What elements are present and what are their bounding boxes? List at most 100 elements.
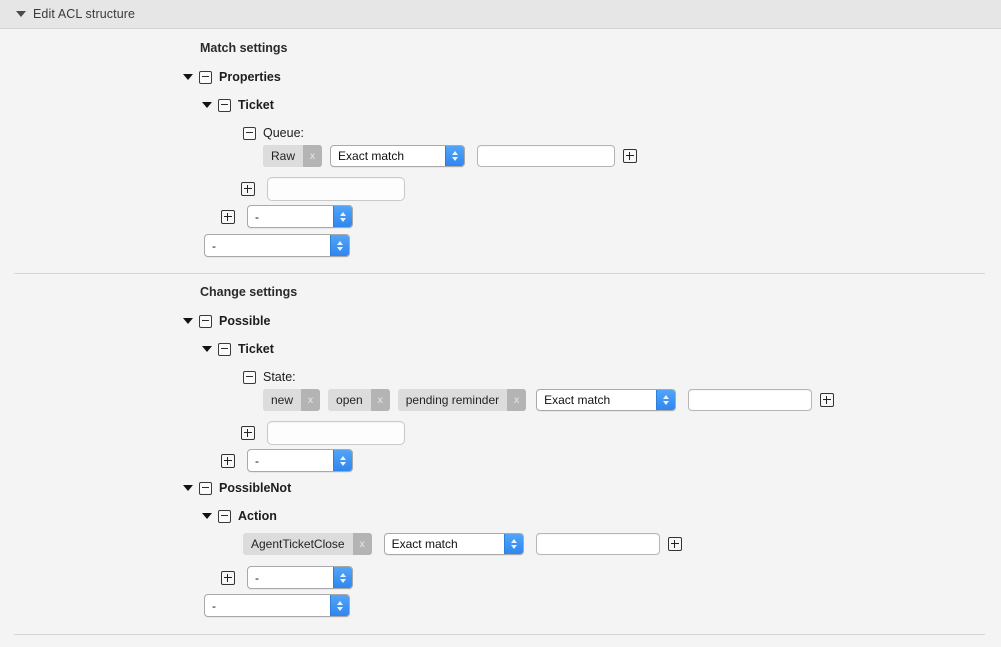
updown-arrows-icon[interactable] [656,390,675,410]
minus-box-icon[interactable] [218,343,231,356]
tree-node-label: PossibleNot [219,481,291,495]
widget-title: Edit ACL structure [33,7,135,21]
new-group-select-change-settings[interactable]: - [204,594,350,617]
new-group-select-match-settings[interactable]: - [204,234,350,257]
tree-node-properties-ticket[interactable]: Ticket [202,96,274,114]
select-value: - [205,239,240,253]
updown-arrows-icon[interactable] [445,146,464,166]
action-new-value-input[interactable] [536,533,660,555]
plus-box-icon[interactable] [623,149,637,163]
minus-box-icon[interactable] [243,371,256,384]
value-pill-label: AgentTicketClose [243,533,353,555]
remove-value-button[interactable]: x [301,389,320,411]
minus-box-icon[interactable] [243,127,256,140]
add-child-row-possiblenot: - [221,566,353,589]
tree-attribute-queue[interactable]: Queue: [243,124,304,142]
add-group-row-match-settings: - [204,234,350,257]
plus-box-icon[interactable] [221,210,235,224]
acl-structure-canvas: Match settings Properties Ticket Queue: … [0,30,1001,647]
updown-arrows-icon[interactable] [333,206,352,227]
minus-box-icon[interactable] [218,99,231,112]
tree-node-properties[interactable]: Properties [183,68,281,86]
tree-node-label: Ticket [238,342,274,356]
add-child-row-possible: - [221,449,353,472]
action-match-type-select[interactable]: Exact match [384,533,524,555]
value-pill-label: open [328,389,371,411]
value-pill-pending-reminder[interactable]: pending reminder x [398,389,526,411]
select-value: Exact match [385,537,482,551]
triangle-down-icon[interactable] [16,11,26,17]
select-value: Exact match [537,393,634,407]
minus-box-icon[interactable] [199,482,212,495]
minus-box-icon[interactable] [199,315,212,328]
new-child-select-possible[interactable]: - [247,449,353,472]
updown-arrows-icon[interactable] [330,595,349,616]
tree-node-possiblenot-action[interactable]: Action [202,507,277,525]
plus-box-icon[interactable] [820,393,834,407]
value-pill-label: pending reminder [398,389,507,411]
updown-arrows-icon[interactable] [330,235,349,256]
select-value: Exact match [331,149,428,163]
value-pill-label: Raw [263,145,303,167]
select-value: - [248,454,283,468]
value-pill-raw[interactable]: Raw x [263,145,322,167]
bottom-divider [14,634,985,635]
triangle-down-icon[interactable] [183,74,193,80]
triangle-down-icon[interactable] [202,102,212,108]
tree-node-label: Action [238,509,277,523]
triangle-down-icon[interactable] [183,318,193,324]
add-group-row-change-settings: - [204,594,350,617]
plus-box-icon[interactable] [241,182,255,196]
new-child-select-possiblenot[interactable]: - [247,566,353,589]
minus-box-icon[interactable] [218,510,231,523]
plus-box-icon[interactable] [241,426,255,440]
add-attribute-row-possible-ticket [241,421,405,445]
tree-node-possiblenot[interactable]: PossibleNot [183,479,291,497]
tree-attribute-state[interactable]: State: [243,368,296,386]
remove-value-button[interactable]: x [507,389,526,411]
remove-value-button[interactable]: x [303,145,322,167]
triangle-down-icon[interactable] [183,485,193,491]
triangle-down-icon[interactable] [202,346,212,352]
plus-box-icon[interactable] [668,537,682,551]
plus-box-icon[interactable] [221,454,235,468]
state-new-value-input[interactable] [688,389,812,411]
new-attribute-input[interactable] [267,177,405,201]
add-attribute-row-properties-ticket [241,177,405,201]
select-value: - [205,599,240,613]
state-match-type-select[interactable]: Exact match [536,389,676,411]
queue-new-value-input[interactable] [477,145,615,167]
updown-arrows-icon[interactable] [333,567,352,588]
tree-node-label: Ticket [238,98,274,112]
add-child-row-properties: - [221,205,353,228]
minus-box-icon[interactable] [199,71,212,84]
tree-node-possible[interactable]: Possible [183,312,270,330]
updown-arrows-icon[interactable] [504,534,523,554]
value-pill-agentticketclose[interactable]: AgentTicketClose x [243,533,372,555]
value-pill-label: new [263,389,301,411]
queue-value-row: Raw x Exact match [263,145,637,167]
queue-match-type-select[interactable]: Exact match [330,145,465,167]
state-value-row: new x open x pending reminder x Exact ma… [263,389,834,411]
section-divider [14,273,985,274]
tree-attribute-label: Queue: [263,126,304,140]
value-pill-new[interactable]: new x [263,389,320,411]
new-attribute-input[interactable] [267,421,405,445]
select-value: - [248,571,283,585]
remove-value-button[interactable]: x [371,389,390,411]
new-child-select-properties[interactable]: - [247,205,353,228]
select-value: - [248,210,283,224]
action-value-row: AgentTicketClose x Exact match [243,533,682,555]
value-pill-open[interactable]: open x [328,389,390,411]
change-settings-title: Change settings [200,285,297,299]
triangle-down-icon[interactable] [202,513,212,519]
tree-node-label: Properties [219,70,281,84]
match-settings-title: Match settings [200,41,288,55]
tree-attribute-label: State: [263,370,296,384]
tree-node-possible-ticket[interactable]: Ticket [202,340,274,358]
plus-box-icon[interactable] [221,571,235,585]
remove-value-button[interactable]: x [353,533,372,555]
widget-header[interactable]: Edit ACL structure [0,0,1001,29]
tree-node-label: Possible [219,314,270,328]
updown-arrows-icon[interactable] [333,450,352,471]
